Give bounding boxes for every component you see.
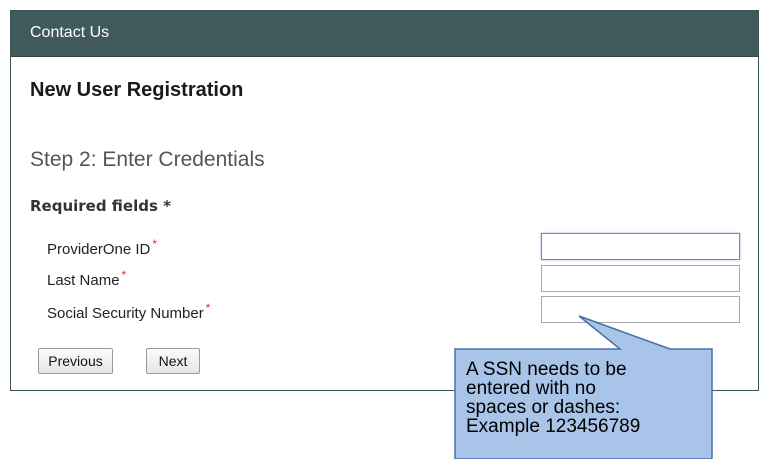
last-name-label: Last Name * [47, 268, 126, 289]
required-marker: * [121, 268, 127, 282]
callout-line: entered with no [466, 378, 596, 399]
callout-line: Example 123456789 [466, 416, 641, 437]
ssn-help-text: A SSN needs to be entered with no spaces… [466, 360, 706, 436]
ssn-label: Social Security Number * [47, 301, 210, 322]
required-marker: * [205, 301, 211, 315]
ssn-input[interactable] [541, 296, 740, 323]
registration-panel: Contact Us New User Registration Step 2:… [10, 10, 759, 391]
last-name-label-text: Last Name [47, 272, 120, 289]
step-title: Step 2: Enter Credentials [30, 148, 265, 171]
callout-line: spaces or dashes: [466, 397, 621, 418]
required-marker: * [152, 237, 158, 251]
header-title: Contact Us [30, 24, 110, 41]
last-name-input[interactable] [541, 265, 740, 292]
page-title: New User Registration [30, 79, 244, 101]
providerone-id-label: ProviderOne ID * [47, 237, 157, 258]
providerone-id-label-text: ProviderOne ID [47, 241, 151, 258]
previous-button[interactable]: Previous [38, 348, 113, 374]
ssn-label-text: Social Security Number [47, 305, 204, 322]
callout-line: A SSN needs to be [466, 359, 627, 380]
providerone-id-input[interactable] [541, 233, 740, 260]
next-button[interactable]: Next [146, 348, 200, 374]
header-bar: Contact Us [11, 11, 758, 57]
required-fields-note: Required fields * [30, 197, 171, 215]
